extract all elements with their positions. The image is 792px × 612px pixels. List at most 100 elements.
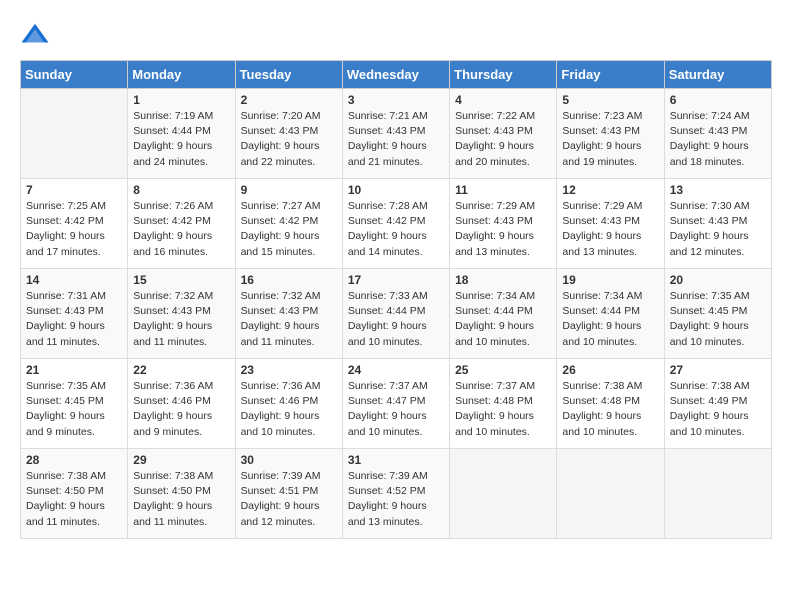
calendar-cell: 26 Sunrise: 7:38 AM Sunset: 4:48 PM Dayli…	[557, 359, 664, 449]
day-number: 29	[133, 453, 229, 467]
calendar-table: SundayMondayTuesdayWednesdayThursdayFrid…	[20, 60, 772, 539]
day-number: 2	[241, 93, 337, 107]
calendar-cell: 27 Sunrise: 7:38 AM Sunset: 4:49 PM Dayli…	[664, 359, 771, 449]
calendar-week-row: 1 Sunrise: 7:19 AM Sunset: 4:44 PM Daylig…	[21, 89, 772, 179]
calendar-cell: 29 Sunrise: 7:38 AM Sunset: 4:50 PM Dayli…	[128, 449, 235, 539]
calendar-cell: 9 Sunrise: 7:27 AM Sunset: 4:42 PM Daylig…	[235, 179, 342, 269]
calendar-cell: 15 Sunrise: 7:32 AM Sunset: 4:43 PM Dayli…	[128, 269, 235, 359]
day-number: 14	[26, 273, 122, 287]
day-number: 20	[670, 273, 766, 287]
day-number: 21	[26, 363, 122, 377]
day-number: 27	[670, 363, 766, 377]
day-info: Sunrise: 7:39 AM Sunset: 4:51 PM Dayligh…	[241, 469, 337, 530]
header-sunday: Sunday	[21, 61, 128, 89]
day-info: Sunrise: 7:19 AM Sunset: 4:44 PM Dayligh…	[133, 109, 229, 170]
calendar-cell: 7 Sunrise: 7:25 AM Sunset: 4:42 PM Daylig…	[21, 179, 128, 269]
day-number: 7	[26, 183, 122, 197]
header-thursday: Thursday	[450, 61, 557, 89]
day-number: 24	[348, 363, 444, 377]
day-info: Sunrise: 7:25 AM Sunset: 4:42 PM Dayligh…	[26, 199, 122, 260]
calendar-cell: 22 Sunrise: 7:36 AM Sunset: 4:46 PM Dayli…	[128, 359, 235, 449]
day-number: 15	[133, 273, 229, 287]
day-info: Sunrise: 7:36 AM Sunset: 4:46 PM Dayligh…	[133, 379, 229, 440]
day-number: 1	[133, 93, 229, 107]
day-info: Sunrise: 7:24 AM Sunset: 4:43 PM Dayligh…	[670, 109, 766, 170]
header-monday: Monday	[128, 61, 235, 89]
day-number: 28	[26, 453, 122, 467]
day-info: Sunrise: 7:39 AM Sunset: 4:52 PM Dayligh…	[348, 469, 444, 530]
day-info: Sunrise: 7:35 AM Sunset: 4:45 PM Dayligh…	[26, 379, 122, 440]
header-wednesday: Wednesday	[342, 61, 449, 89]
day-info: Sunrise: 7:36 AM Sunset: 4:46 PM Dayligh…	[241, 379, 337, 440]
day-info: Sunrise: 7:37 AM Sunset: 4:47 PM Dayligh…	[348, 379, 444, 440]
logo	[20, 20, 54, 50]
day-info: Sunrise: 7:20 AM Sunset: 4:43 PM Dayligh…	[241, 109, 337, 170]
calendar-cell: 2 Sunrise: 7:20 AM Sunset: 4:43 PM Daylig…	[235, 89, 342, 179]
calendar-header-row: SundayMondayTuesdayWednesdayThursdayFrid…	[21, 61, 772, 89]
day-info: Sunrise: 7:29 AM Sunset: 4:43 PM Dayligh…	[455, 199, 551, 260]
calendar-cell: 16 Sunrise: 7:32 AM Sunset: 4:43 PM Dayli…	[235, 269, 342, 359]
day-number: 16	[241, 273, 337, 287]
day-number: 5	[562, 93, 658, 107]
day-info: Sunrise: 7:34 AM Sunset: 4:44 PM Dayligh…	[562, 289, 658, 350]
day-number: 25	[455, 363, 551, 377]
calendar-cell: 1 Sunrise: 7:19 AM Sunset: 4:44 PM Daylig…	[128, 89, 235, 179]
calendar-cell: 18 Sunrise: 7:34 AM Sunset: 4:44 PM Dayli…	[450, 269, 557, 359]
day-number: 10	[348, 183, 444, 197]
calendar-cell: 19 Sunrise: 7:34 AM Sunset: 4:44 PM Dayli…	[557, 269, 664, 359]
calendar-cell: 21 Sunrise: 7:35 AM Sunset: 4:45 PM Dayli…	[21, 359, 128, 449]
day-info: Sunrise: 7:38 AM Sunset: 4:50 PM Dayligh…	[26, 469, 122, 530]
calendar-week-row: 21 Sunrise: 7:35 AM Sunset: 4:45 PM Dayli…	[21, 359, 772, 449]
calendar-cell	[557, 449, 664, 539]
calendar-cell: 3 Sunrise: 7:21 AM Sunset: 4:43 PM Daylig…	[342, 89, 449, 179]
day-info: Sunrise: 7:31 AM Sunset: 4:43 PM Dayligh…	[26, 289, 122, 350]
calendar-cell: 14 Sunrise: 7:31 AM Sunset: 4:43 PM Dayli…	[21, 269, 128, 359]
calendar-cell: 30 Sunrise: 7:39 AM Sunset: 4:51 PM Dayli…	[235, 449, 342, 539]
day-number: 18	[455, 273, 551, 287]
day-number: 22	[133, 363, 229, 377]
calendar-cell: 8Sunrise: 7:26 AM Sunset: 4:42 PM Daylig…	[128, 179, 235, 269]
day-info: Sunrise: 7:27 AM Sunset: 4:42 PM Dayligh…	[241, 199, 337, 260]
day-info: Sunrise: 7:21 AM Sunset: 4:43 PM Dayligh…	[348, 109, 444, 170]
calendar-week-row: 7 Sunrise: 7:25 AM Sunset: 4:42 PM Daylig…	[21, 179, 772, 269]
day-number: 26	[562, 363, 658, 377]
calendar-cell: 13 Sunrise: 7:30 AM Sunset: 4:43 PM Dayli…	[664, 179, 771, 269]
calendar-cell: 23 Sunrise: 7:36 AM Sunset: 4:46 PM Dayli…	[235, 359, 342, 449]
calendar-cell: 10Sunrise: 7:28 AM Sunset: 4:42 PM Dayli…	[342, 179, 449, 269]
day-number: 23	[241, 363, 337, 377]
day-number: 8	[133, 183, 229, 197]
day-info: Sunrise: 7:32 AM Sunset: 4:43 PM Dayligh…	[133, 289, 229, 350]
day-info: Sunrise: 7:23 AM Sunset: 4:43 PM Dayligh…	[562, 109, 658, 170]
day-info: Sunrise: 7:32 AM Sunset: 4:43 PM Dayligh…	[241, 289, 337, 350]
header-saturday: Saturday	[664, 61, 771, 89]
day-number: 12	[562, 183, 658, 197]
calendar-cell: 31Sunrise: 7:39 AM Sunset: 4:52 PM Dayli…	[342, 449, 449, 539]
calendar-cell	[450, 449, 557, 539]
calendar-cell: 28 Sunrise: 7:38 AM Sunset: 4:50 PM Dayli…	[21, 449, 128, 539]
day-number: 4	[455, 93, 551, 107]
header-friday: Friday	[557, 61, 664, 89]
day-info: Sunrise: 7:38 AM Sunset: 4:50 PM Dayligh…	[133, 469, 229, 530]
calendar-cell: 25 Sunrise: 7:37 AM Sunset: 4:48 PM Dayli…	[450, 359, 557, 449]
day-info: Sunrise: 7:37 AM Sunset: 4:48 PM Dayligh…	[455, 379, 551, 440]
calendar-cell	[664, 449, 771, 539]
logo-icon	[20, 20, 50, 50]
calendar-cell: 20Sunrise: 7:35 AM Sunset: 4:45 PM Dayli…	[664, 269, 771, 359]
day-number: 3	[348, 93, 444, 107]
day-info: Sunrise: 7:22 AM Sunset: 4:43 PM Dayligh…	[455, 109, 551, 170]
day-number: 17	[348, 273, 444, 287]
day-number: 9	[241, 183, 337, 197]
day-number: 11	[455, 183, 551, 197]
day-info: Sunrise: 7:30 AM Sunset: 4:43 PM Dayligh…	[670, 199, 766, 260]
day-number: 19	[562, 273, 658, 287]
day-info: Sunrise: 7:38 AM Sunset: 4:49 PM Dayligh…	[670, 379, 766, 440]
calendar-cell: 4 Sunrise: 7:22 AM Sunset: 4:43 PM Daylig…	[450, 89, 557, 179]
day-info: Sunrise: 7:38 AM Sunset: 4:48 PM Dayligh…	[562, 379, 658, 440]
day-number: 30	[241, 453, 337, 467]
day-info: Sunrise: 7:34 AM Sunset: 4:44 PM Dayligh…	[455, 289, 551, 350]
day-info: Sunrise: 7:33 AM Sunset: 4:44 PM Dayligh…	[348, 289, 444, 350]
calendar-week-row: 14 Sunrise: 7:31 AM Sunset: 4:43 PM Dayli…	[21, 269, 772, 359]
day-number: 13	[670, 183, 766, 197]
calendar-cell: 5 Sunrise: 7:23 AM Sunset: 4:43 PM Daylig…	[557, 89, 664, 179]
calendar-week-row: 28 Sunrise: 7:38 AM Sunset: 4:50 PM Dayli…	[21, 449, 772, 539]
